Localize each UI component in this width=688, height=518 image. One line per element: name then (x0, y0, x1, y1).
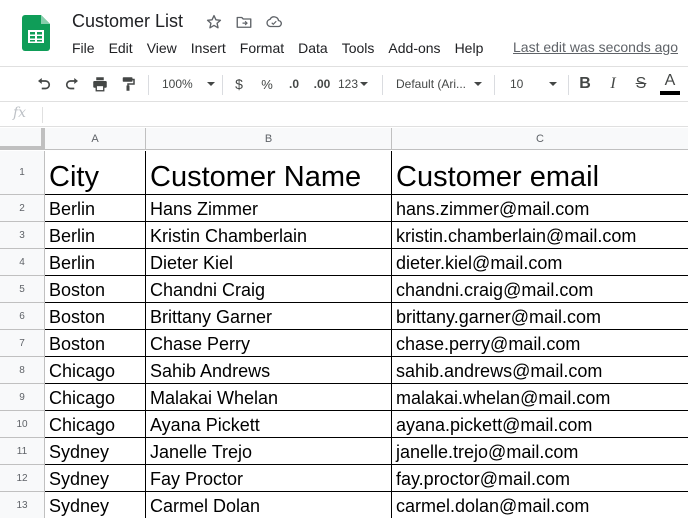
table-cell[interactable]: Hans Zimmer (146, 195, 392, 222)
paint-format-icon[interactable] (116, 67, 140, 101)
table-cell[interactable]: Janelle Trejo (146, 438, 392, 465)
more-formats-select[interactable]: 123 (338, 67, 374, 101)
format-currency-button[interactable]: $ (228, 67, 250, 101)
row-header-2[interactable]: 2 (0, 195, 45, 222)
table-cell[interactable]: Sydney (45, 465, 146, 492)
table-cell[interactable]: ayana.pickett@mail.com (392, 411, 688, 438)
row-header-1[interactable]: 1 (0, 151, 45, 195)
fx-icon: fx (13, 105, 27, 121)
font-family-select[interactable]: Default (Ari... (388, 67, 488, 101)
table-cell[interactable]: Ayana Pickett (146, 411, 392, 438)
menu-format[interactable]: Format (240, 40, 284, 56)
table-cell[interactable]: Brittany Garner (146, 303, 392, 330)
column-header-a[interactable]: A (45, 128, 146, 150)
table-cell[interactable]: hans.zimmer@mail.com (392, 195, 688, 222)
header-cell[interactable]: Customer email (392, 151, 688, 195)
table-cell[interactable]: fay.proctor@mail.com (392, 465, 688, 492)
row-header-6[interactable]: 6 (0, 303, 45, 330)
select-all-corner[interactable] (0, 128, 45, 150)
row-header-9[interactable]: 9 (0, 384, 45, 411)
table-cell[interactable]: brittany.garner@mail.com (392, 303, 688, 330)
row-header-8[interactable]: 8 (0, 357, 45, 384)
row-header-7[interactable]: 7 (0, 330, 45, 357)
table-cell[interactable]: Sydney (45, 492, 146, 518)
table-cell[interactable]: Berlin (45, 249, 146, 276)
header-cell[interactable]: City (45, 151, 146, 195)
document-title[interactable]: Customer List (72, 11, 183, 32)
toolbar: 100% $ % .0 .00 123 Default (Ari... 10 B… (0, 66, 688, 102)
zoom-select[interactable]: 100% (154, 67, 216, 101)
table-cell[interactable]: Sydney (45, 438, 146, 465)
table-cell[interactable]: Boston (45, 303, 146, 330)
last-edit-link[interactable]: Last edit was seconds ago (513, 39, 678, 55)
menu-data[interactable]: Data (298, 40, 328, 56)
move-to-folder-icon[interactable] (234, 12, 254, 32)
table-cell[interactable]: carmel.dolan@mail.com (392, 492, 688, 518)
bold-button[interactable]: B (574, 67, 596, 101)
table-cell[interactable]: Chicago (45, 384, 146, 411)
table-cell[interactable]: Boston (45, 330, 146, 357)
format-percent-button[interactable]: % (256, 67, 278, 101)
table-cell[interactable]: Chicago (45, 411, 146, 438)
menu-help[interactable]: Help (455, 40, 484, 56)
table-cell[interactable]: Malakai Whelan (146, 384, 392, 411)
star-icon[interactable] (204, 12, 224, 32)
table-cell[interactable]: sahib.andrews@mail.com (392, 357, 688, 384)
column-header-c[interactable]: C (392, 128, 688, 150)
redo-icon[interactable] (60, 67, 84, 101)
row-header-3[interactable]: 3 (0, 222, 45, 249)
font-size-select[interactable]: 10 (500, 67, 562, 101)
menu-view[interactable]: View (147, 40, 177, 56)
cloud-status-icon[interactable] (264, 12, 284, 32)
table-cell[interactable]: chase.perry@mail.com (392, 330, 688, 357)
text-color-bar (660, 91, 680, 95)
undo-icon[interactable] (32, 67, 56, 101)
row-header-12[interactable]: 12 (0, 465, 45, 492)
menu-file[interactable]: File (72, 40, 95, 56)
table-cell[interactable]: Carmel Dolan (146, 492, 392, 518)
app-header: Customer List File Edit View Insert Form… (0, 0, 688, 64)
table-cell[interactable]: Sahib Andrews (146, 357, 392, 384)
table-cell[interactable]: Berlin (45, 222, 146, 249)
table-cell[interactable]: chandni.craig@mail.com (392, 276, 688, 303)
strikethrough-button[interactable]: S (630, 67, 652, 101)
zoom-value: 100% (162, 77, 193, 91)
menu-bar: File Edit View Insert Format Data Tools … (72, 40, 497, 56)
table-cell[interactable]: janelle.trejo@mail.com (392, 438, 688, 465)
font-size-value: 10 (510, 77, 524, 91)
table-cell[interactable]: Kristin Chamberlain (146, 222, 392, 249)
increase-decimal-button[interactable]: .00 (308, 67, 336, 101)
formula-bar: fx (0, 103, 688, 127)
table-cell[interactable]: Chicago (45, 357, 146, 384)
row-header-5[interactable]: 5 (0, 276, 45, 303)
row-header-10[interactable]: 10 (0, 411, 45, 438)
formula-input[interactable] (50, 106, 680, 124)
text-color-button[interactable]: A (658, 67, 682, 101)
more-formats-label: 123 (338, 77, 359, 91)
table-cell[interactable]: Berlin (45, 195, 146, 222)
italic-button[interactable]: I (602, 67, 624, 101)
row-header-13[interactable]: 13 (0, 492, 45, 518)
menu-addons[interactable]: Add-ons (388, 40, 440, 56)
table-cell[interactable]: Fay Proctor (146, 465, 392, 492)
table-cell[interactable]: Chase Perry (146, 330, 392, 357)
font-family-value: Default (Ari... (396, 77, 467, 91)
menu-insert[interactable]: Insert (191, 40, 226, 56)
table-cell[interactable]: dieter.kiel@mail.com (392, 249, 688, 276)
decrease-decimal-button[interactable]: .0 (282, 67, 306, 101)
row-header-4[interactable]: 4 (0, 249, 45, 276)
row-header-11[interactable]: 11 (0, 438, 45, 465)
header-cell[interactable]: Customer Name (146, 151, 392, 195)
menu-tools[interactable]: Tools (342, 40, 375, 56)
table-cell[interactable]: Chandni Craig (146, 276, 392, 303)
menu-edit[interactable]: Edit (109, 40, 133, 56)
print-icon[interactable] (88, 67, 112, 101)
table-cell[interactable]: malakai.whelan@mail.com (392, 384, 688, 411)
table-cell[interactable]: kristin.chamberlain@mail.com (392, 222, 688, 249)
table-cell[interactable]: Boston (45, 276, 146, 303)
sheets-logo-icon[interactable] (22, 15, 50, 51)
text-color-label: A (664, 72, 676, 89)
column-header-b[interactable]: B (146, 128, 392, 150)
table-cell[interactable]: Dieter Kiel (146, 249, 392, 276)
